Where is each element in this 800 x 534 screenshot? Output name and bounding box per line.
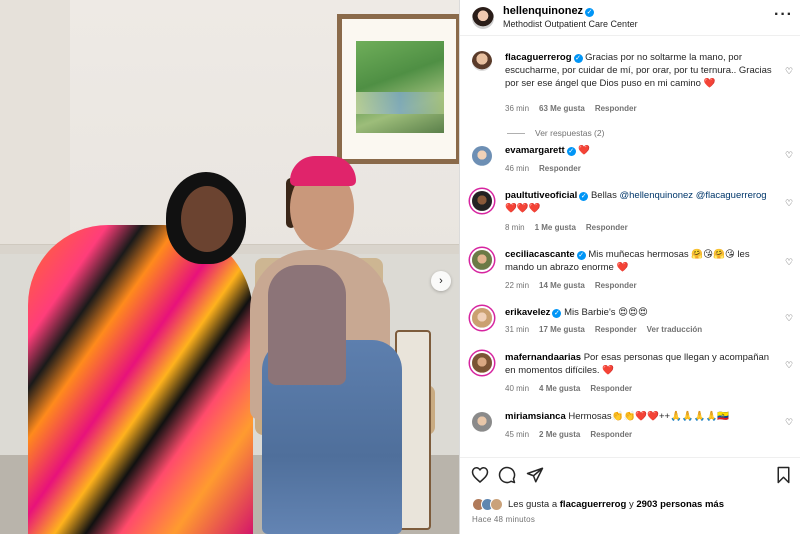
reply-button[interactable]: Responder: [595, 281, 637, 290]
comment-meta: 40 min 4 Me gusta Responder: [505, 384, 633, 393]
comment-username[interactable]: flacaguerrerog: [505, 52, 572, 63]
author-username[interactable]: hellenquinonez ✓: [503, 5, 595, 17]
person-left-face: [181, 186, 233, 252]
mention-link[interactable]: @flacaguerrerog: [696, 190, 767, 201]
verified-badge-icon: ✓: [573, 54, 583, 63]
comment-meta: 22 min 14 Me gusta Responder: [505, 281, 637, 290]
post-actions-footer: Les gusta a flacaguerrerog y 2903 person…: [460, 457, 800, 534]
reply-button[interactable]: Responder: [586, 223, 628, 232]
comment-likes[interactable]: 14 Me gusta: [539, 281, 585, 290]
comment-meta: 36 min 63 Me gusta Responder: [505, 104, 637, 113]
commenter-avatar[interactable]: [472, 191, 492, 211]
more-horizontal-icon[interactable]: ···: [774, 7, 793, 23]
comment-like-heart-icon[interactable]: ♡: [785, 418, 793, 427]
framed-painting: [337, 14, 459, 164]
commenter-avatar[interactable]: [472, 146, 492, 166]
comment-like-heart-icon[interactable]: ♡: [785, 151, 793, 160]
comment-text: mafernandaarias Por esas personas que ll…: [505, 352, 770, 376]
comment-meta: 45 min 2 Me gusta Responder: [505, 430, 633, 439]
comment-like-heart-icon[interactable]: ♡: [785, 199, 793, 208]
bookmark-icon[interactable]: [776, 466, 791, 488]
comment-text: ceciliacascante ✓ Mis muñecas hermosas 🤗😘…: [505, 249, 750, 273]
liker-avatar: [490, 498, 503, 511]
reply-button[interactable]: Responder: [590, 384, 632, 393]
comment-likes[interactable]: 1 Me gusta: [535, 223, 576, 232]
commenter-avatar[interactable]: [472, 51, 492, 71]
comment-like-heart-icon[interactable]: ♡: [785, 314, 793, 323]
comment-text: evamargarett ✓ ❤️: [505, 145, 591, 156]
bookmark-svg: [777, 466, 790, 484]
comment-username[interactable]: mafernandaarias: [505, 352, 581, 363]
translate-button[interactable]: Ver traducción: [647, 325, 703, 334]
share-icon[interactable]: [526, 466, 544, 488]
person-right-top: [268, 265, 346, 385]
post-location[interactable]: Methodist Outpatient Care Center: [503, 19, 638, 29]
comment-likes[interactable]: 17 Me gusta: [539, 325, 585, 334]
reply-button[interactable]: Responder: [539, 164, 581, 173]
commenter-avatar[interactable]: [472, 412, 492, 432]
reply-button[interactable]: Responder: [595, 104, 637, 113]
comment-icon[interactable]: [498, 466, 516, 488]
comment-text: miriamsianca Hermosas👏👏❤️❤️++🙏🙏🙏🙏🇪🇨: [505, 411, 730, 422]
verified-badge-icon: ✓: [566, 147, 576, 156]
carousel-next-button[interactable]: ›: [431, 271, 451, 291]
pink-bandana: [290, 156, 356, 186]
comment-text: flacaguerrerog ✓ Gracias por no soltarme …: [505, 52, 772, 89]
heart-outline-svg: [471, 466, 489, 483]
mention-link[interactable]: @hellenquinonez: [619, 190, 693, 201]
author-avatar[interactable]: [472, 7, 494, 29]
comment-username[interactable]: miriamsianca: [505, 411, 566, 422]
comment-like-heart-icon[interactable]: ♡: [785, 258, 793, 267]
reply-button[interactable]: Responder: [595, 325, 637, 334]
comment-likes[interactable]: 2 Me gusta: [539, 430, 580, 439]
comment-meta: 8 min 1 Me gusta Responder: [505, 223, 628, 232]
post-timestamp: Hace 48 minutos: [472, 515, 536, 524]
likes-count[interactable]: 2903 personas más: [636, 499, 724, 510]
commenter-avatar[interactable]: [472, 353, 492, 373]
post-photo[interactable]: ›: [0, 0, 459, 534]
replies-divider: [507, 133, 525, 134]
comment-username[interactable]: erikavelez: [505, 307, 550, 318]
commenter-avatar[interactable]: [472, 308, 492, 328]
view-replies-button[interactable]: Ver respuestas (2): [535, 128, 604, 138]
post-sidebar: hellenquinonez ✓ Methodist Outpatient Car…: [459, 0, 800, 534]
person-left-dress: [28, 225, 253, 534]
verified-badge-icon: ✓: [576, 251, 586, 260]
comment-likes[interactable]: 63 Me gusta: [539, 104, 585, 113]
comment-username[interactable]: evamargarett: [505, 145, 565, 156]
comment-svg: [498, 466, 516, 484]
likes-text: Les gusta a flacaguerrerog y 2903 person…: [508, 499, 724, 510]
comment-username[interactable]: paultutiveoficial: [505, 190, 577, 201]
chevron-right-icon: ›: [439, 275, 443, 287]
comment-text: paultutiveoficial ✓ Bellas @hellenquinone…: [505, 190, 767, 214]
verified-badge-icon: ✓: [585, 8, 595, 17]
comments-list[interactable]: flacaguerrerog ✓ Gracias por no soltarme …: [460, 37, 800, 457]
comment-likes[interactable]: 4 Me gusta: [539, 384, 580, 393]
commenter-avatar[interactable]: [472, 250, 492, 270]
verified-badge-icon: ✓: [579, 192, 589, 201]
verified-badge-icon: ✓: [552, 309, 562, 318]
comment-meta: 46 min Responder: [505, 164, 581, 173]
reply-button[interactable]: Responder: [590, 430, 632, 439]
comment-like-heart-icon[interactable]: ♡: [785, 361, 793, 370]
share-svg: [526, 467, 544, 483]
comment-meta: 31 min 17 Me gusta Responder Ver traducción: [505, 325, 703, 334]
painting-art: [356, 41, 444, 133]
comment-like-heart-icon[interactable]: ♡: [785, 67, 793, 76]
post-header: hellenquinonez ✓ Methodist Outpatient Car…: [460, 0, 800, 36]
heart-outline-icon[interactable]: [471, 466, 489, 487]
comment-text: erikavelez ✓ Mis Barbie's 😍😍😍: [505, 307, 648, 318]
comment-username[interactable]: ceciliacascante: [505, 249, 575, 260]
liker-username[interactable]: flacaguerrerog: [560, 499, 627, 510]
